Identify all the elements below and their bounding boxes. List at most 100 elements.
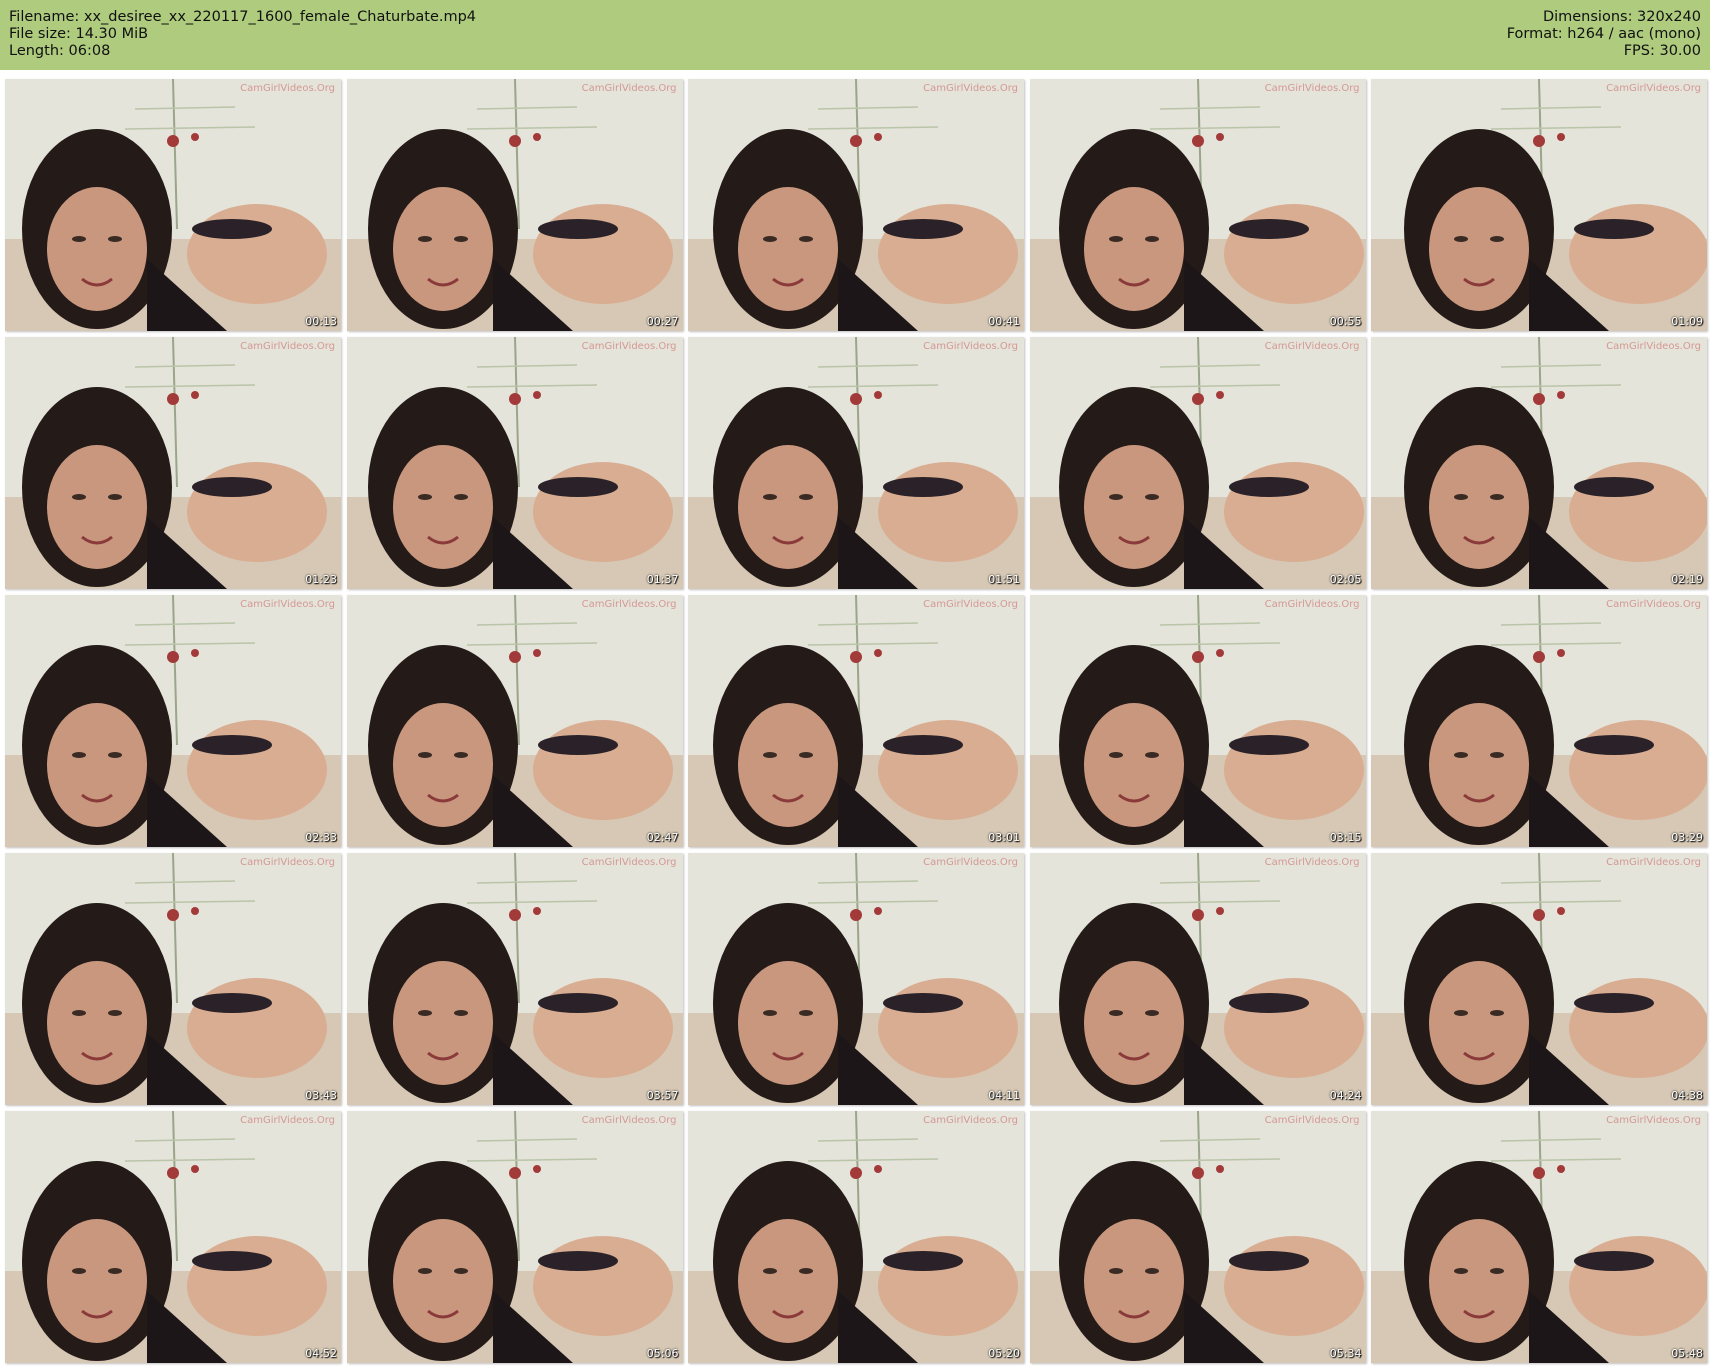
watermark-text: CamGirlVideos.Org [923,599,1018,610]
timestamp-label: 04:52 [305,1347,337,1360]
video-frame-image [688,1111,1024,1363]
watermark-text: CamGirlVideos.Org [581,1115,677,1126]
timestamp-label: 01:23 [305,573,337,586]
thumbnail-frame: CamGirlVideos.Org 03:15 [1029,595,1366,847]
watermark-text: CamGirlVideos.Org [240,857,335,868]
thumbnail-frame: CamGirlVideos.Org 03:43 [5,853,341,1105]
timestamp-label: 00:27 [646,315,679,328]
video-frame-image [5,79,341,331]
video-frame-image [346,853,683,1105]
watermark-text: CamGirlVideos.Org [1264,341,1360,352]
thumbnail-frame: CamGirlVideos.Org 03:29 [1371,595,1707,847]
timestamp-label: 04:24 [1329,1089,1362,1102]
timestamp-label: 03:57 [646,1089,679,1102]
fps-text: FPS: 30.00 [1623,43,1701,59]
thumbnail-frame: CamGirlVideos.Org 02:33 [5,595,341,847]
video-frame-image [1371,79,1707,331]
watermark-text: CamGirlVideos.Org [1264,83,1360,94]
watermark-text: CamGirlVideos.Org [1264,1115,1360,1126]
thumbnail-frame: CamGirlVideos.Org 02:47 [346,595,683,847]
video-frame-image [1029,79,1366,331]
video-frame-image [1029,337,1366,589]
watermark-text: CamGirlVideos.Org [1606,599,1701,610]
timestamp-label: 02:19 [1671,573,1703,586]
video-frame-image [346,595,683,847]
timestamp-label: 03:15 [1329,831,1362,844]
info-header: Filename: xx_desiree_xx_220117_1600_fema… [0,0,1710,70]
watermark-text: CamGirlVideos.Org [1606,857,1701,868]
thumbnail-frame: CamGirlVideos.Org 00:27 [346,79,683,331]
thumbnail-frame: CamGirlVideos.Org 01:37 [346,337,683,589]
video-frame-image [5,337,341,589]
thumbnail-frame: CamGirlVideos.Org 00:13 [5,79,341,331]
filename-text: Filename: xx_desiree_xx_220117_1600_fema… [9,9,477,25]
thumbnail-frame: CamGirlVideos.Org 01:51 [688,337,1024,589]
timestamp-label: 02:33 [305,831,337,844]
thumbnail-frame: CamGirlVideos.Org 04:38 [1371,853,1707,1105]
dimensions-text: Dimensions: 320x240 [1542,9,1701,25]
video-frame-image [5,595,341,847]
header-left: Filename: xx_desiree_xx_220117_1600_fema… [9,9,476,60]
video-frame-image [346,337,683,589]
timestamp-label: 04:38 [1671,1089,1703,1102]
thumbnail-frame: CamGirlVideos.Org 01:23 [5,337,341,589]
watermark-text: CamGirlVideos.Org [581,857,677,868]
timestamp-label: 01:37 [646,573,679,586]
timestamp-label: 00:13 [305,315,337,328]
video-frame-image [688,595,1024,847]
video-frame-image [688,853,1024,1105]
watermark-text: CamGirlVideos.Org [581,599,677,610]
thumbnail-frame: CamGirlVideos.Org 00:55 [1029,79,1366,331]
video-frame-image [688,337,1024,589]
timestamp-label: 00:41 [988,315,1020,328]
timestamp-label: 05:20 [988,1347,1020,1360]
thumbnail-frame: CamGirlVideos.Org 00:41 [688,79,1024,331]
timestamp-label: 05:06 [646,1347,679,1360]
timestamp-label: 03:01 [988,831,1020,844]
format-text: Format: h264 / aac (mono) [1506,26,1701,42]
watermark-text: CamGirlVideos.Org [1264,599,1360,610]
video-frame-image [1371,853,1707,1105]
video-frame-image [1029,595,1366,847]
video-frame-image [5,853,341,1105]
thumbnail-frame: CamGirlVideos.Org 05:06 [346,1111,683,1363]
length-text: Length: 06:08 [9,43,111,59]
watermark-text: CamGirlVideos.Org [1606,83,1701,94]
filesize-text: File size: 14.30 MiB [9,26,149,42]
video-frame-image [1029,1111,1366,1363]
thumbnail-frame: CamGirlVideos.Org 05:34 [1029,1111,1366,1363]
video-frame-image [5,1111,341,1363]
timestamp-label: 03:29 [1671,831,1703,844]
watermark-text: CamGirlVideos.Org [240,599,335,610]
watermark-text: CamGirlVideos.Org [581,341,677,352]
timestamp-label: 04:11 [988,1089,1020,1102]
video-frame-image [1371,337,1707,589]
watermark-text: CamGirlVideos.Org [240,83,335,94]
timestamp-label: 01:09 [1671,315,1703,328]
watermark-text: CamGirlVideos.Org [1606,341,1701,352]
timestamp-label: 03:43 [305,1089,337,1102]
timestamp-label: 00:55 [1329,315,1362,328]
video-frame-image [1371,1111,1707,1363]
header-right: Dimensions: 320x240 Format: h264 / aac (… [1507,9,1701,60]
watermark-text: CamGirlVideos.Org [923,1115,1018,1126]
video-frame-image [688,79,1024,331]
watermark-text: CamGirlVideos.Org [240,341,335,352]
watermark-text: CamGirlVideos.Org [923,341,1018,352]
thumbnail-frame: CamGirlVideos.Org 04:24 [1029,853,1366,1105]
thumbnail-grid: CamGirlVideos.Org 00:13 CamGirlVideos.Org 0… [5,79,1707,1363]
thumbnail-frame: CamGirlVideos.Org 02:19 [1371,337,1707,589]
thumbnail-frame: CamGirlVideos.Org 04:52 [5,1111,341,1363]
video-frame-image [1371,595,1707,847]
timestamp-label: 05:48 [1671,1347,1703,1360]
thumbnail-frame: CamGirlVideos.Org 03:57 [346,853,683,1105]
video-frame-image [346,1111,683,1363]
timestamp-label: 05:34 [1329,1347,1362,1360]
thumbnail-frame: CamGirlVideos.Org 05:20 [688,1111,1024,1363]
timestamp-label: 02:05 [1329,573,1362,586]
video-frame-image [346,79,683,331]
watermark-text: CamGirlVideos.Org [923,83,1018,94]
timestamp-label: 01:51 [988,573,1020,586]
watermark-text: CamGirlVideos.Org [581,83,677,94]
timestamp-label: 02:47 [646,831,679,844]
